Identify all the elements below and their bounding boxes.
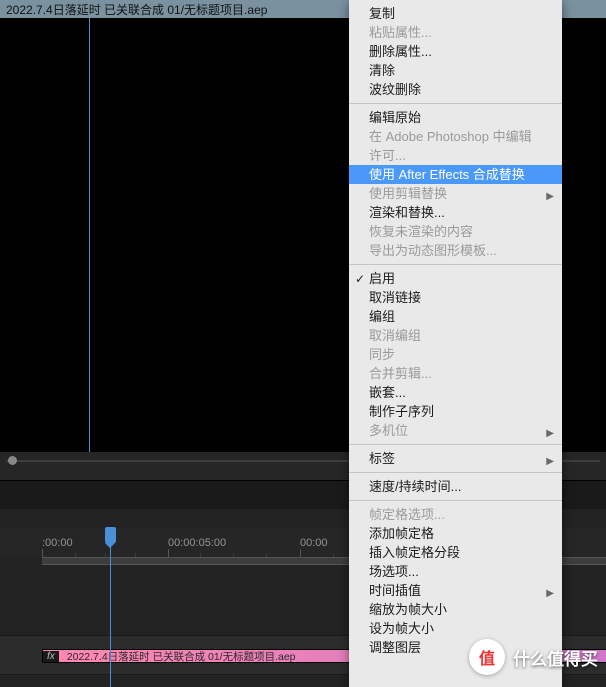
- timeline-clip-name: 2022.7.4日落延时 已关联合成 01/无标题项目.aep: [67, 649, 296, 663]
- menu-item-label: 清除: [369, 62, 395, 79]
- menu-item[interactable]: 编辑原始: [349, 108, 562, 127]
- menu-item-label: 插入帧定格分段: [369, 544, 460, 561]
- menu-item-label: 使用 After Effects 合成替换: [369, 166, 525, 183]
- watermark-bubble: 值: [469, 639, 505, 675]
- menu-item-label: 粘贴属性...: [369, 24, 432, 41]
- scrub-handle[interactable]: [8, 456, 17, 465]
- menu-item-label: 在 Adobe Photoshop 中编辑: [369, 128, 532, 145]
- menu-item-label: 渲染和替换...: [369, 204, 445, 221]
- watermark: 值 什么值得买: [469, 639, 598, 675]
- monitor-clip-name: 2022.7.4日落延时 已关联合成 01/无标题项目.aep: [0, 1, 267, 18]
- menu-item-label: 场选项...: [369, 563, 419, 580]
- menu-item-label: 速度/持续时间...: [369, 478, 461, 495]
- menu-separator: [349, 472, 562, 473]
- menu-item[interactable]: 清除: [349, 61, 562, 80]
- ruler-tick: :00:00: [42, 529, 73, 557]
- menu-item[interactable]: 嵌套...: [349, 383, 562, 402]
- menu-item: 在 Adobe Photoshop 中编辑: [349, 127, 562, 146]
- menu-item[interactable]: 取消链接: [349, 288, 562, 307]
- menu-item-label: 编辑原始: [369, 109, 421, 126]
- menu-item[interactable]: 添加帧定格: [349, 524, 562, 543]
- menu-item: 合并剪辑...: [349, 364, 562, 383]
- menu-item[interactable]: 编组: [349, 307, 562, 326]
- menu-item[interactable]: 设为帧大小: [349, 619, 562, 638]
- monitor-playhead-line: [89, 18, 90, 452]
- menu-item-label: 添加帧定格: [369, 525, 434, 542]
- menu-item[interactable]: 标签 ▶: [349, 449, 562, 468]
- menu-item: 同步: [349, 345, 562, 364]
- menu-item[interactable]: 制作子序列: [349, 402, 562, 421]
- menu-separator: [349, 444, 562, 445]
- menu-item-label: 许可...: [369, 147, 406, 164]
- menu-item-label: 恢复未渲染的内容: [369, 223, 473, 240]
- menu-item-label: 制作子序列: [369, 403, 434, 420]
- menu-item-label: 缩放为帧大小: [369, 601, 447, 618]
- menu-item[interactable]: 缩放为帧大小: [349, 600, 562, 619]
- menu-item[interactable]: 渲染和替换...: [349, 203, 562, 222]
- menu-item-label: 嵌套...: [369, 384, 406, 401]
- ruler-tick: 00:00: [300, 529, 328, 557]
- menu-item: 许可...: [349, 146, 562, 165]
- menu-item-label: 删除属性...: [369, 43, 432, 60]
- menu-item-label: 设为帧大小: [369, 620, 434, 637]
- menu-item-label: 多机位: [369, 422, 408, 439]
- submenu-arrow-icon: ▶: [546, 425, 554, 442]
- menu-item-label: 合并剪辑...: [369, 365, 432, 382]
- menu-item-label: 取消编组: [369, 327, 421, 344]
- menu-item: 导出为动态图形模板...: [349, 241, 562, 260]
- menu-item-label: 调整图层: [369, 639, 421, 656]
- menu-item[interactable]: 时间插值▶: [349, 581, 562, 600]
- menu-item[interactable]: 速度/持续时间...: [349, 477, 562, 496]
- menu-separator: [349, 500, 562, 501]
- menu-item-label: 使用剪辑替换: [369, 185, 447, 202]
- menu-item-label: 启用: [369, 270, 395, 287]
- ruler-tick: 00:00:05:00: [168, 529, 226, 557]
- menu-item: 恢复未渲染的内容: [349, 222, 562, 241]
- menu-item[interactable]: 插入帧定格分段: [349, 543, 562, 562]
- check-icon: ✓: [355, 271, 365, 288]
- menu-item[interactable]: 波纹删除: [349, 80, 562, 99]
- menu-item-label: 标签: [369, 450, 395, 467]
- menu-item: 帧定格选项...: [349, 505, 562, 524]
- menu-item[interactable]: 使用 After Effects 合成替换: [349, 165, 562, 184]
- menu-separator: [349, 103, 562, 104]
- menu-item[interactable]: 删除属性...: [349, 42, 562, 61]
- clip-context-menu[interactable]: 复制粘贴属性... 删除属性... 清除波纹删除编辑原始在 Adobe Photos…: [349, 0, 562, 687]
- menu-item-label: 时间插值: [369, 582, 421, 599]
- timeline-playhead[interactable]: [110, 529, 111, 687]
- menu-item: 取消编组: [349, 326, 562, 345]
- menu-item-label: 编组: [369, 308, 395, 325]
- submenu-arrow-icon: ▶: [546, 453, 554, 470]
- menu-item-label: 复制: [369, 5, 395, 22]
- menu-item-label: 波纹删除: [369, 81, 421, 98]
- watermark-text: 什么值得买: [513, 645, 598, 670]
- menu-item: 使用剪辑替换▶: [349, 184, 562, 203]
- menu-item[interactable]: 复制: [349, 4, 562, 23]
- playhead-head-icon[interactable]: [105, 527, 116, 543]
- menu-item-label: 导出为动态图形模板...: [369, 242, 497, 259]
- menu-separator: [349, 264, 562, 265]
- menu-item-label: 帧定格选项...: [369, 506, 445, 523]
- menu-item-label: 取消链接: [369, 289, 421, 306]
- menu-item: 多机位 ▶: [349, 421, 562, 440]
- fx-badge[interactable]: fx: [43, 651, 59, 662]
- menu-item[interactable]: ✓启用: [349, 269, 562, 288]
- menu-item-label: 同步: [369, 346, 395, 363]
- menu-item[interactable]: 场选项...: [349, 562, 562, 581]
- menu-item: 粘贴属性...: [349, 23, 562, 42]
